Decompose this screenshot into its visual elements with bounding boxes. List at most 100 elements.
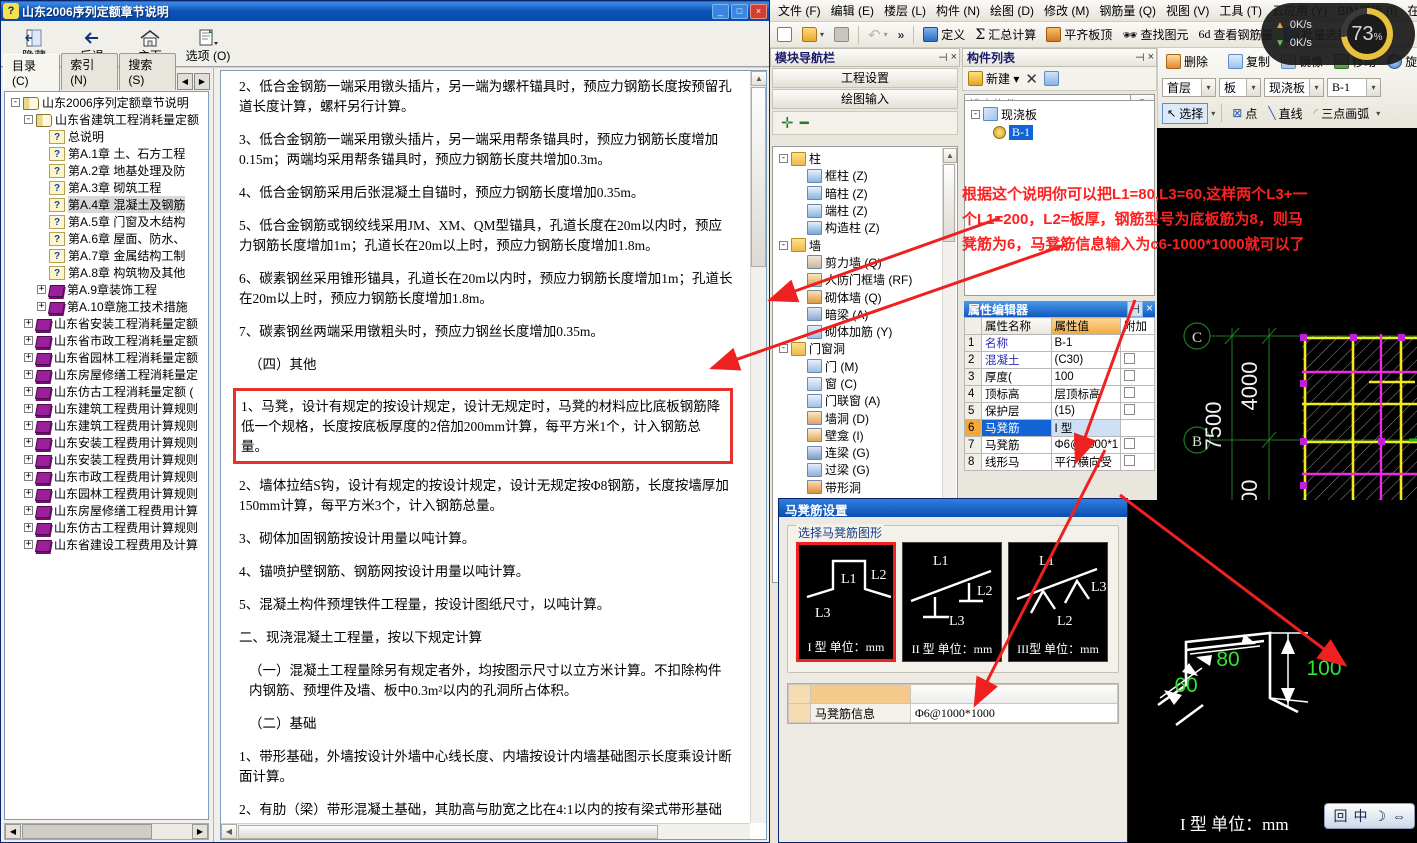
undo-dropdown-arrow[interactable]: ▾ bbox=[884, 30, 888, 39]
tab-scroll-right[interactable]: ▶ bbox=[194, 73, 210, 90]
ime-mode-icon[interactable]: 回 bbox=[1333, 806, 1347, 826]
close-button[interactable]: × bbox=[750, 3, 767, 19]
collapse-icon[interactable]: - bbox=[11, 98, 20, 107]
property-append-cell[interactable] bbox=[1120, 334, 1155, 352]
property-value-cell[interactable]: B-1 bbox=[1050, 334, 1121, 352]
align-slab-top-button[interactable]: 平齐板顶 bbox=[1042, 24, 1116, 45]
floor-selector[interactable]: 首层 ▾ bbox=[1162, 77, 1216, 97]
hscroll-left-arrow[interactable]: ◀ bbox=[5, 824, 21, 839]
select-tool-dropdown-arrow[interactable]: ▾ bbox=[1211, 109, 1215, 118]
help-tree-item[interactable]: + 第A.10章施工技术措施 bbox=[7, 298, 208, 315]
help-tree-item[interactable]: ? 第A.5章 门窗及木结构 bbox=[7, 213, 208, 230]
menu-item[interactable]: 编辑 (E) bbox=[826, 0, 879, 21]
module-nav-item[interactable]: - 门窗洞 bbox=[777, 340, 957, 357]
nav-button-draw-input[interactable]: 绘图输入 bbox=[772, 89, 958, 109]
delete-button[interactable]: 删除 bbox=[1162, 51, 1212, 72]
property-append-cell[interactable] bbox=[1120, 436, 1155, 454]
property-row[interactable]: 2 混凝土 (C30) bbox=[964, 351, 1155, 369]
collapse-icon[interactable]: - bbox=[779, 344, 788, 354]
help-tree-item[interactable]: ? 第A.1章 土、石方工程 bbox=[7, 145, 208, 162]
expand-icon[interactable]: + bbox=[24, 540, 33, 549]
property-append-cell[interactable] bbox=[1120, 402, 1155, 420]
collapse-all-icon[interactable]: ━ bbox=[800, 114, 809, 132]
help-tree-hscrollbar[interactable]: ◀ ▶ bbox=[4, 823, 209, 840]
category-selector[interactable]: 板 ▾ bbox=[1219, 77, 1261, 97]
module-nav-item[interactable]: 门联窗 (A) bbox=[777, 392, 957, 409]
component-item-b1[interactable]: B-1 bbox=[971, 123, 1154, 141]
property-table[interactable]: 属性名称 属性值 附加 1 名称 B-1 2 混凝土 (C30) 3 厚度(100 4 顶标高 层顶… bbox=[964, 317, 1155, 471]
help-tree-item[interactable]: + 第A.9章装饰工程 bbox=[7, 281, 208, 298]
property-value-cell[interactable]: (15) bbox=[1050, 402, 1121, 420]
help-tree-item[interactable]: + 山东市政工程费用计算规则 bbox=[7, 468, 208, 485]
save-button[interactable] bbox=[830, 25, 853, 44]
nav-scroll-thumb[interactable] bbox=[943, 164, 955, 242]
module-nav-item[interactable]: 砌体加筋 (Y) bbox=[777, 323, 957, 340]
help-tree-item[interactable]: + 山东仿古工程消耗量定额 ( bbox=[7, 383, 208, 400]
help-tree-item[interactable]: ? 第A.6章 屋面、防水、 bbox=[7, 230, 208, 247]
help-tree-item[interactable]: ? 第A.7章 金属结构工制 bbox=[7, 247, 208, 264]
help-tree-item[interactable]: + 山东省市政工程消耗量定额 bbox=[7, 332, 208, 349]
expand-icon[interactable]: + bbox=[24, 472, 33, 481]
expand-icon[interactable]: + bbox=[24, 404, 33, 413]
tab-contents[interactable]: 目录 (C) bbox=[3, 54, 61, 91]
module-nav-item[interactable]: 构造柱 (Z) bbox=[777, 219, 957, 236]
help-tree-item[interactable]: + 山东房屋修缮工程费用计算 bbox=[7, 502, 208, 519]
property-value-cell[interactable]: 100 bbox=[1050, 368, 1121, 386]
append-checkbox[interactable] bbox=[1124, 353, 1135, 364]
help-tree-item[interactable]: + 山东仿古工程费用计算规则 bbox=[7, 519, 208, 536]
property-editor-close-icon[interactable]: × bbox=[1146, 301, 1153, 317]
toolbar-overflow-button[interactable]: » bbox=[894, 26, 909, 44]
collapse-icon[interactable]: - bbox=[779, 154, 788, 164]
document-vscrollbar[interactable]: ▲ bbox=[750, 71, 766, 823]
rebar-info-row[interactable]: 马凳筋信息 Φ6@1000*1000 bbox=[788, 703, 1118, 723]
expand-icon[interactable]: + bbox=[24, 506, 33, 515]
module-nav-item[interactable]: 墙洞 (D) bbox=[777, 409, 957, 426]
type-selector-arrow[interactable]: ▾ bbox=[1309, 78, 1324, 96]
doc-scroll-left[interactable]: ◀ bbox=[221, 824, 237, 839]
tab-index[interactable]: 索引 (N) bbox=[61, 53, 119, 90]
help-tree-item[interactable]: + 山东省建设工程费用及计算 bbox=[7, 536, 208, 553]
module-nav-item[interactable]: 门 (M) bbox=[777, 358, 957, 375]
property-row[interactable]: 1 名称 B-1 bbox=[964, 334, 1155, 352]
expand-icon[interactable]: + bbox=[24, 455, 33, 464]
property-append-cell[interactable] bbox=[1120, 453, 1155, 471]
menu-item[interactable]: 工具 (T) bbox=[1214, 0, 1267, 21]
module-nav-item[interactable]: 暗梁 (A) bbox=[777, 306, 957, 323]
arc-tool-dropdown-arrow[interactable]: ▾ bbox=[1376, 109, 1380, 118]
options-button[interactable]: 选项 (O) bbox=[179, 25, 237, 63]
ime-status-bar[interactable]: 回 中 ☽ ⇔ bbox=[1324, 803, 1415, 829]
find-element-button[interactable]: 🕶 查找图元 bbox=[1118, 24, 1192, 45]
open-dropdown-arrow[interactable]: ▾ bbox=[820, 30, 824, 39]
rebar-info-value[interactable]: Φ6@1000*1000 bbox=[910, 703, 1118, 723]
copy-icon[interactable] bbox=[1043, 71, 1059, 86]
help-tree-item[interactable]: ? 第A.8章 构筑物及其他 bbox=[7, 264, 208, 281]
ime-chinese-icon[interactable]: 中 bbox=[1353, 806, 1367, 826]
expand-icon[interactable]: + bbox=[24, 421, 33, 430]
property-value-cell[interactable]: Φ6@1000*1 bbox=[1050, 436, 1121, 454]
module-nav-item[interactable]: -墙 bbox=[777, 236, 957, 253]
module-nav-item[interactable]: 端柱 (Z) bbox=[777, 202, 957, 219]
help-tree-item[interactable]: + 山东房屋修缮工程消耗量定 bbox=[7, 366, 208, 383]
shape-option-type-3[interactable]: L1 L3 L2 III型 单位：mm bbox=[1008, 542, 1108, 662]
help-tree-item[interactable]: + 山东省安装工程消耗量定额 bbox=[7, 315, 208, 332]
expand-icon[interactable]: + bbox=[24, 523, 33, 532]
menu-item[interactable]: 视图 (V) bbox=[1161, 0, 1214, 21]
member-selector[interactable]: B-1 ▾ bbox=[1327, 77, 1382, 97]
cast-slab-toggle[interactable]: - bbox=[971, 109, 980, 119]
collapse-icon[interactable]: - bbox=[24, 115, 33, 124]
property-editor-pin-icon[interactable]: ⊣ bbox=[1126, 301, 1143, 317]
module-nav-item[interactable]: 带形洞 bbox=[777, 479, 957, 496]
category-selector-arrow[interactable]: ▾ bbox=[1246, 78, 1260, 96]
menu-item[interactable]: 绘图 (D) bbox=[985, 0, 1039, 21]
menu-item[interactable]: 修改 (M) bbox=[1039, 0, 1094, 21]
delete-x-icon[interactable]: ✕ bbox=[1025, 70, 1038, 88]
property-value-cell[interactable]: I 型 bbox=[1050, 419, 1121, 437]
module-nav-item[interactable]: 窗 (C) bbox=[777, 375, 957, 392]
append-checkbox[interactable] bbox=[1124, 387, 1135, 398]
property-row[interactable]: 7 马凳筋 Φ6@1000*1 bbox=[964, 436, 1155, 454]
expand-icon[interactable]: + bbox=[24, 353, 33, 362]
expand-icon[interactable]: + bbox=[37, 302, 46, 311]
help-tree-item[interactable]: - 山东2006序列定额章节说明 bbox=[7, 94, 208, 111]
help-tree-item[interactable]: + 山东省园林工程消耗量定额 bbox=[7, 349, 208, 366]
network-speed-widget[interactable]: ▲ 0K/s ▼ 0K/s 73% bbox=[1261, 3, 1415, 65]
